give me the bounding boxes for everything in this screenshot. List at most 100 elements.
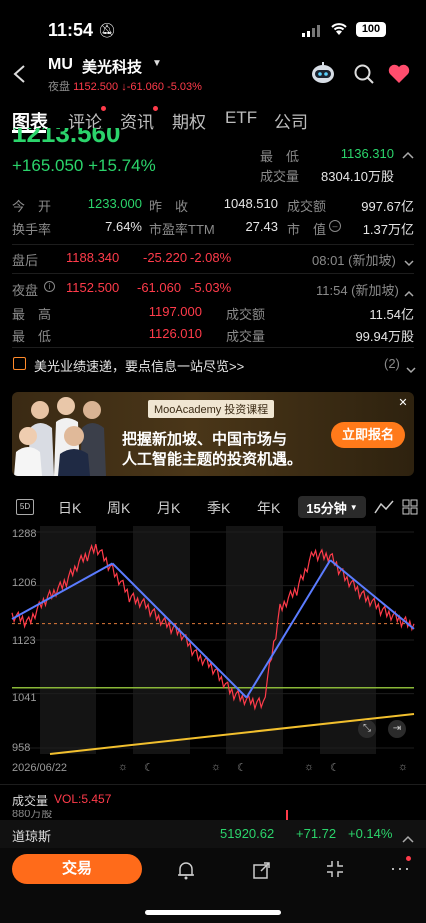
after-hours-time: 08:01 (新加坡) (312, 253, 396, 268)
scroll-latest-icon[interactable]: ⇥ (388, 720, 406, 738)
index-value: 51920.62 (220, 826, 275, 841)
status-bar: 11:54 🔕︎ 100 (0, 0, 426, 48)
pe-value: 27.43 (245, 219, 278, 234)
more-icon[interactable]: ··· (390, 858, 411, 879)
tab-etf[interactable]: ETF (225, 108, 257, 128)
prev-close-value: 1048.510 (223, 196, 278, 211)
volume-value: 8304.10万股 (321, 169, 394, 184)
presenters-illustration (12, 392, 112, 476)
volume-bar (286, 810, 288, 820)
period-day[interactable]: 日K (58, 498, 81, 518)
turnover-rate-label: 换手率 (12, 222, 52, 237)
price-change-pct: +15.74% (88, 156, 156, 175)
moon-icon: ☾ (144, 762, 154, 774)
night-session-price: 1152.500 (66, 280, 120, 295)
low-label: 最 低 (260, 149, 300, 164)
news-text: 美光业绩速递，要点信息一站尽览>> (34, 359, 245, 374)
fullscreen-icon[interactable] (326, 860, 344, 883)
after-hours-label: 盘后 (12, 253, 39, 268)
layout-grid-icon[interactable] (402, 499, 418, 520)
collapse-chevron-icon[interactable] (402, 146, 414, 164)
index-pct: +0.14% (348, 826, 393, 841)
chevron-down-icon[interactable] (404, 254, 414, 272)
news-icon (13, 357, 26, 370)
moon-icon: ☾ (330, 762, 340, 774)
night-amount-value: 11.54亿 (369, 307, 414, 322)
news-count: (2) (384, 356, 400, 371)
night-volume-value: 99.94万股 (355, 329, 414, 344)
divider (12, 347, 414, 348)
ad-banner[interactable]: MooAcademy 投资课程 把握新加坡、中国市场与 人工智能主题的投资机遇。… (12, 392, 414, 476)
open-label: 今 开 (12, 199, 52, 214)
signal-icon (302, 24, 322, 37)
divider (12, 244, 414, 245)
mute-icon: 🔕︎ (98, 22, 116, 38)
night-low-label: 最 低 (12, 329, 52, 344)
info-icon[interactable]: – (329, 220, 341, 232)
volume-panel-label: 成交量 (12, 794, 49, 808)
night-session-label: 夜盘 (12, 283, 39, 298)
low-value: 1136.310 (340, 146, 394, 161)
night-low-value: 1126.010 (148, 326, 202, 341)
trade-button[interactable]: 交易 (12, 854, 142, 884)
chevron-up-icon[interactable] (404, 284, 414, 302)
wifi-icon (330, 22, 348, 41)
ad-close-icon[interactable]: ✕ (396, 396, 410, 410)
sun-icon: ☼ (304, 761, 315, 773)
caret-down-icon: ▼ (349, 502, 358, 512)
index-ticker-bar[interactable]: 道琼斯 51920.62 +71.72 +0.14% (0, 820, 426, 848)
price-alert-icon[interactable] (176, 860, 196, 885)
notification-dot (101, 106, 106, 111)
five-day-icon[interactable]: 5D (16, 499, 34, 515)
period-15min-label: 15分钟 (306, 500, 347, 516)
favorite-heart-icon[interactable] (388, 64, 410, 89)
notification-dot (153, 106, 158, 111)
back-arrow-icon[interactable] (12, 64, 26, 89)
chevron-up-icon (402, 830, 414, 848)
volume-label: 成交量 (260, 169, 300, 184)
period-week[interactable]: 周K (107, 498, 130, 518)
period-quarter[interactable]: 季K (207, 498, 230, 518)
turnover-label: 成交额 (287, 199, 327, 214)
stock-header: MU 美光科技 ▼ 夜盘 1152.500 ↓-61.060 -5.03% (0, 48, 426, 100)
share-icon[interactable] (252, 860, 272, 885)
prev-close-label: 昨 收 (149, 199, 189, 214)
sun-icon: ☼ (398, 761, 409, 773)
volume-axis-label: 880万股 (12, 810, 53, 818)
last-price: 1213.560 (12, 128, 121, 144)
drawing-tool-icon[interactable] (374, 499, 394, 520)
sun-icon: ☼ (211, 761, 222, 773)
chart-canvas (11, 526, 415, 755)
ad-badge: MooAcademy 投资课程 (148, 400, 275, 418)
index-change: +71.72 (296, 826, 337, 841)
reset-zoom-icon[interactable]: ⤡ (358, 720, 376, 738)
ad-cta-button[interactable]: 立即报名 (331, 422, 405, 448)
x-date-label: 2026/06/22 (12, 762, 68, 774)
period-15min-selector[interactable]: 15分钟 ▼ (298, 496, 366, 518)
stock-symbol: MU (48, 56, 73, 73)
change-row: +165.050 +15.74% (12, 156, 156, 176)
robot-assistant-icon[interactable] (310, 62, 336, 89)
night-session-time: 11:54 (新加坡) (316, 283, 399, 298)
price-chart[interactable]: 1288 1206 1123 1041 958 2026/06/22 ☼ ☾ ☼… (0, 522, 426, 780)
dropdown-caret-icon[interactable]: ▼ (152, 58, 162, 69)
moon-icon: ☾ (237, 762, 247, 774)
stock-name[interactable]: 美光科技 (82, 56, 142, 77)
tab-news[interactable]: 资讯 (120, 108, 154, 133)
info-icon[interactable]: i (44, 281, 55, 292)
news-banner[interactable]: 美光业绩速递，要点信息一站尽览>> (2) (0, 350, 426, 378)
night-high-label: 最 高 (12, 307, 52, 322)
night-amount-label: 成交额 (226, 307, 266, 322)
divider (0, 784, 426, 785)
search-icon[interactable] (354, 64, 374, 89)
night-pct: -5.03% (167, 81, 202, 93)
period-month[interactable]: 月K (157, 498, 180, 518)
turnover-rate-value: 7.64% (105, 219, 142, 234)
home-indicator (145, 910, 281, 915)
y-tick-label: 1041 (12, 692, 37, 704)
period-year[interactable]: 年K (257, 498, 280, 518)
notification-dot (406, 856, 411, 861)
tab-options[interactable]: 期权 (172, 108, 206, 133)
tab-company[interactable]: 公司 (274, 108, 308, 133)
night-price: 1152.500 (73, 81, 119, 93)
